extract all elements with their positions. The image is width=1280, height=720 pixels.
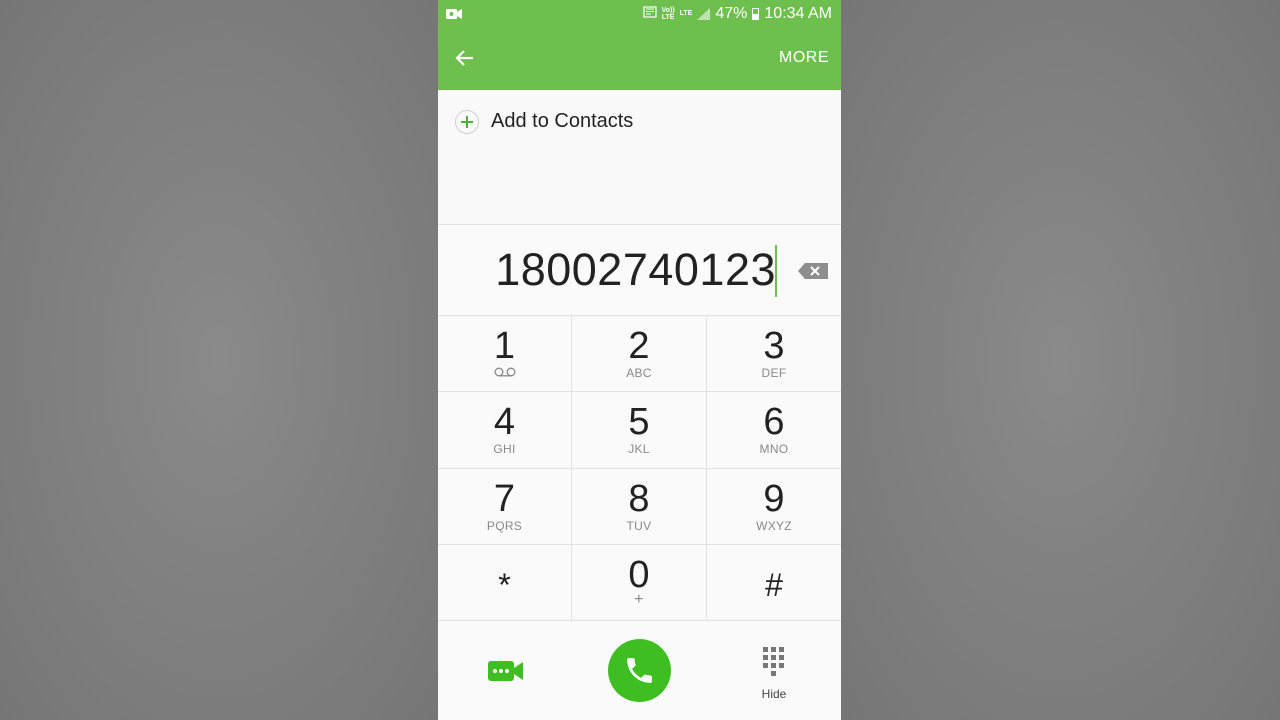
- key-9[interactable]: 9 WXYZ: [707, 469, 841, 545]
- key-5[interactable]: 5 JKL: [572, 392, 707, 469]
- key-letters: JKL: [628, 442, 650, 456]
- dial-keypad: 1 2 ABC 3 DEF 4 GHI 5 JKL 6 MNO 7 PQRS 8…: [438, 316, 841, 621]
- signal-icon: [697, 7, 711, 20]
- key-4[interactable]: 4 GHI: [438, 392, 572, 469]
- dialed-number: 18002740123: [495, 244, 776, 295]
- background-left: [0, 0, 438, 720]
- add-to-contacts-label: Add to Contacts: [491, 110, 634, 132]
- text-cursor: [775, 245, 777, 297]
- key-letters: GHI: [493, 442, 516, 456]
- add-icon: [455, 110, 479, 134]
- key-0[interactable]: 0 +: [572, 545, 707, 621]
- volte-lte-text: LTE: [661, 13, 675, 21]
- phone-icon: [627, 658, 652, 683]
- more-button[interactable]: MORE: [779, 49, 829, 67]
- key-digit: 8: [628, 478, 650, 520]
- cast-icon: [642, 5, 657, 23]
- call-button[interactable]: [608, 639, 671, 702]
- key-star[interactable]: *: [438, 545, 572, 621]
- dialed-number-field[interactable]: 18002740123: [438, 224, 841, 316]
- key-6[interactable]: 6 MNO: [707, 392, 841, 469]
- key-1[interactable]: 1: [438, 316, 572, 392]
- key-letters: PQRS: [486, 519, 523, 533]
- key-digit: 5: [628, 401, 650, 443]
- key-digit: #: [765, 567, 783, 603]
- keypad-icon: [763, 647, 784, 676]
- key-digit: 3: [763, 325, 785, 367]
- app-bar: MORE: [438, 27, 841, 90]
- backspace-icon[interactable]: [798, 263, 828, 279]
- key-digit: 1: [493, 325, 516, 367]
- key-digit: *: [498, 567, 511, 603]
- clock: 10:34 AM: [764, 4, 832, 22]
- key-3[interactable]: 3 DEF: [707, 316, 841, 392]
- battery-icon: [752, 7, 760, 20]
- hide-keypad-button[interactable]: Hide: [744, 647, 804, 707]
- key-letters: WXYZ: [756, 519, 792, 533]
- key-letters: +: [634, 591, 644, 608]
- volte-text: Vo)): [661, 6, 675, 14]
- back-arrow-icon[interactable]: [454, 47, 476, 69]
- key-8[interactable]: 8 TUV: [572, 469, 707, 545]
- status-bar: Vo)) LTE LTE 47% 10:34 AM: [438, 0, 841, 27]
- key-digit: 6: [763, 401, 785, 443]
- key-letters: MNO: [759, 442, 789, 456]
- key-digit: 9: [763, 478, 785, 520]
- lte-indicator: LTE: [679, 10, 693, 17]
- hide-label: Hide: [761, 687, 787, 701]
- dialer-actions: Hide: [438, 621, 841, 720]
- key-letters: ABC: [626, 366, 652, 380]
- screen-record-icon: [446, 7, 462, 25]
- key-2[interactable]: 2 ABC: [572, 316, 707, 392]
- key-digit: 4: [493, 401, 516, 443]
- key-hash[interactable]: #: [707, 545, 841, 621]
- key-7[interactable]: 7 PQRS: [438, 469, 572, 545]
- background-right: [841, 0, 1280, 720]
- key-letters: TUV: [626, 519, 652, 533]
- add-to-contacts-button[interactable]: Add to Contacts: [438, 90, 841, 154]
- battery-percent: 47%: [715, 4, 748, 22]
- phone-screen: Vo)) LTE LTE 47% 10:34 AM MORE Add to Co…: [438, 0, 841, 720]
- key-digit: 2: [628, 325, 650, 367]
- key-digit: 7: [493, 478, 516, 520]
- volte-indicator: Vo)) LTE: [662, 7, 675, 21]
- key-letters: DEF: [761, 366, 787, 380]
- video-call-icon[interactable]: [487, 659, 525, 683]
- voicemail-icon: [438, 366, 571, 380]
